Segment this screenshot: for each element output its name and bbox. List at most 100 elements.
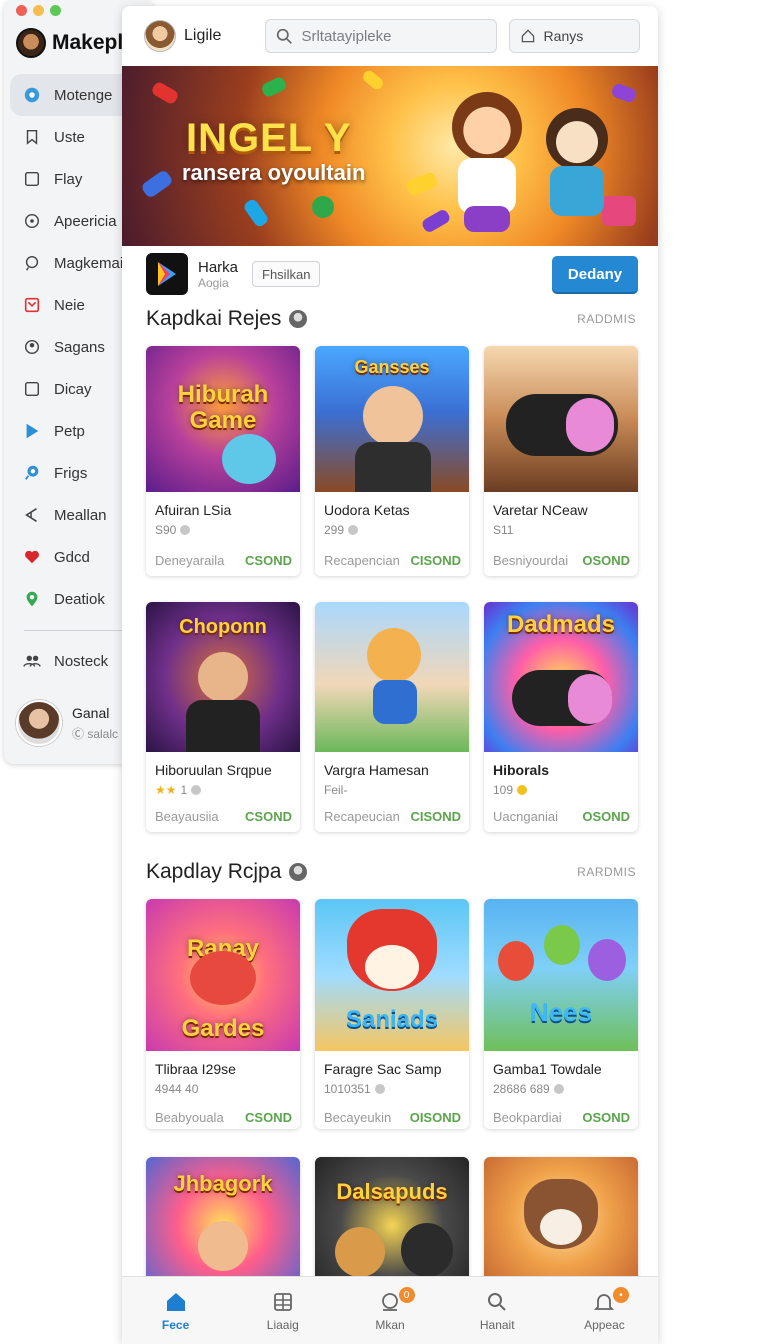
install-button[interactable]: OSOND: [582, 809, 630, 824]
user-subtitle: Ⓒ salalc: [72, 726, 119, 741]
game-title: Hiborals: [493, 762, 550, 778]
square-icon: [22, 169, 42, 189]
coin-icon: [517, 785, 528, 795]
game-card[interactable]: Varetar NCeaw S11 Besniyourdai OSOND: [484, 346, 638, 576]
game-rating: 299: [324, 523, 461, 537]
search-icon: [277, 28, 293, 44]
sidebar-item-label: Uste: [54, 128, 85, 146]
hero-character-body: [550, 166, 604, 216]
character-decoration: [335, 1227, 385, 1277]
hero-character-girl: [452, 92, 522, 162]
install-button[interactable]: CSOND: [245, 553, 292, 568]
tab-notifications[interactable]: • Appeac: [551, 1277, 658, 1344]
sidebar-item-label: Motenge: [54, 86, 113, 104]
heart-icon: [374, 1084, 385, 1094]
game-card[interactable]: Dadmads Hiborals 109 Uacnganiai OSOND: [484, 602, 638, 832]
profile-name: Ligile: [184, 27, 222, 44]
search-input[interactable]: [301, 27, 482, 45]
profile-chip[interactable]: Ligile: [144, 20, 253, 52]
cat-character-decoration: [367, 628, 421, 682]
location-icon: [22, 253, 42, 273]
game-thumbnail: [315, 602, 469, 752]
game-thumbnail: Ranay Gardes: [146, 899, 300, 1051]
featured-app-row: Harka Aogia Fhsilkan Dedany: [122, 246, 658, 302]
game-developer: Becayeukin: [324, 1110, 392, 1125]
game-title: Uodora Ketas: [324, 502, 410, 518]
featured-app-name: Harka: [198, 258, 239, 276]
candy-decoration: [405, 171, 439, 197]
avatar: [16, 700, 62, 746]
install-button[interactable]: CISOND: [410, 553, 461, 568]
maximize-window-button[interactable]: [50, 5, 61, 16]
notification-badge: •: [612, 1287, 629, 1303]
game-card[interactable]: Gansses Uodora Ketas 299 Recapencian CIS…: [315, 346, 469, 576]
game-thumbnail: Dadmads: [484, 602, 638, 752]
install-button[interactable]: OSOND: [582, 1110, 630, 1125]
search-icon: [488, 1292, 506, 1311]
game-developer: Uacnganiai: [493, 809, 559, 824]
fox-face-decoration: [365, 945, 419, 989]
game-card[interactable]: Hiburah Game Afuiran LSia S90 Deneyarail…: [146, 346, 300, 576]
square-icon: [22, 379, 42, 399]
close-window-button[interactable]: [16, 5, 27, 16]
game-title: Tlibraa I29se: [155, 1061, 236, 1077]
game-card[interactable]: Ranay Gardes Tlibraa I29se 4944 40 Beaby…: [146, 899, 300, 1129]
tab-label: Appeac: [584, 1317, 625, 1332]
game-title: Vargra Hamesan: [324, 762, 429, 778]
game-art-title: Saniads: [345, 1006, 439, 1033]
search-box[interactable]: [265, 19, 497, 53]
game-card[interactable]: Vargra Hamesan Feil- Recapeucian CISOND: [315, 602, 469, 832]
tab-home[interactable]: Fece: [122, 1277, 229, 1344]
sidebar-item-label: Neie: [54, 296, 85, 314]
app-brand[interactable]: Makeplo: [16, 28, 136, 58]
game-card[interactable]: Choponn Hiboruulan Srqpue ★★ 1 Beayausiia…: [146, 602, 300, 832]
install-button[interactable]: CSOND: [245, 809, 292, 824]
download-button[interactable]: Dedany: [552, 256, 638, 292]
section-more-link[interactable]: RADDMIS: [577, 312, 636, 326]
minimize-window-button[interactable]: [33, 5, 44, 16]
gamepad-grip-decoration: [568, 674, 612, 724]
install-button[interactable]: OSOND: [582, 553, 630, 568]
mascot-decoration: [190, 951, 256, 1005]
game-rating: 28686 689: [493, 1082, 630, 1096]
game-developer: Recapencian: [324, 553, 400, 568]
game-title: Hiboruulan Srqpue: [155, 762, 272, 778]
brand-logo-icon: [16, 28, 46, 58]
candy-decoration: [150, 80, 180, 106]
home-outline-icon: [521, 29, 534, 43]
chat-icon: [22, 211, 42, 231]
hero-character-cat: [546, 108, 608, 170]
game-developer: Recapeucian: [324, 809, 400, 824]
game-card[interactable]: Nees Gamba1 Towdale 28686 689 Beokpardia…: [484, 899, 638, 1129]
section-more-link[interactable]: RARDMIS: [577, 865, 636, 879]
install-button[interactable]: CISOND: [410, 809, 461, 824]
install-button[interactable]: OISOND: [410, 1110, 461, 1125]
game-card[interactable]: Saniads Faragre Sac Samp 1010351 Becayeu…: [315, 899, 469, 1129]
star-icon: ★★: [155, 783, 177, 797]
hero-banner[interactable]: INGEL Y ransera oyoultain: [122, 66, 658, 246]
window-controls: [16, 5, 61, 16]
sidebar-item-label: Deatiok: [54, 590, 105, 608]
rank-button[interactable]: Ranys: [508, 19, 640, 53]
game-thumbnail: Gansses: [315, 346, 469, 492]
game-thumbnail: Saniads: [315, 899, 469, 1051]
main-window: Ligile Ranys INGEL Y ransera oyoultain: [122, 6, 658, 1344]
game-art-title: Nees: [529, 997, 593, 1027]
sidebar-user[interactable]: Ganal Ⓒ salalc: [16, 700, 118, 746]
featured-app-tag[interactable]: Fhsilkan: [252, 261, 321, 287]
game-rating: Feil-: [324, 783, 348, 797]
game-art-title: Choponn: [179, 616, 267, 638]
game-art-title: Jhbagork: [173, 1171, 273, 1196]
install-button[interactable]: CSOND: [245, 1110, 292, 1125]
play-store-icon: [146, 253, 188, 295]
avatar-badge-icon: [289, 310, 308, 328]
tab-messages[interactable]: 0 Mkan: [336, 1277, 443, 1344]
game-thumbnail: [484, 346, 638, 492]
game-thumbnail: Choponn: [146, 602, 300, 752]
tab-library[interactable]: Liaaig: [229, 1277, 336, 1344]
tab-search[interactable]: Hanait: [444, 1277, 551, 1344]
avatar-badge-icon: [289, 863, 308, 881]
candy-decoration: [420, 207, 452, 235]
bookmark-icon: [22, 127, 42, 147]
candy-decoration: [140, 168, 174, 200]
